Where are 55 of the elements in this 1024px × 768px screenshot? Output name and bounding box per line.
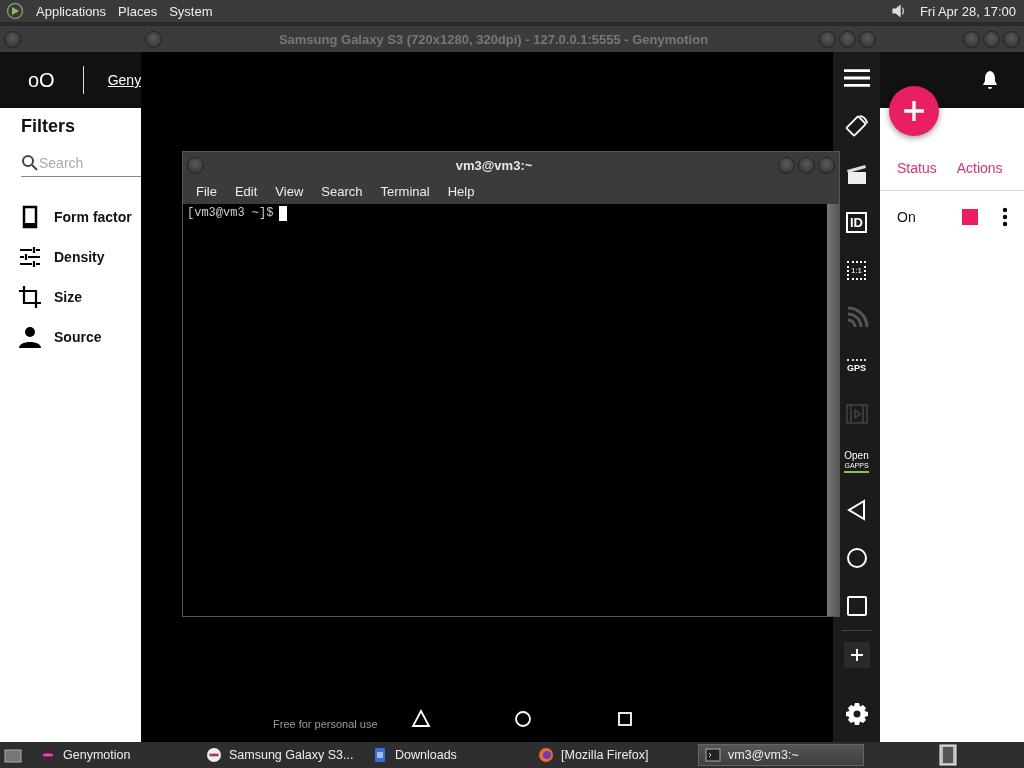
search-field[interactable]: Search [39, 149, 141, 177]
crop-icon [18, 285, 42, 309]
id-button[interactable]: ID [846, 211, 867, 233]
panel-menu[interactable]: Applications [36, 3, 107, 19]
triangle-icon[interactable] [411, 709, 431, 729]
window-title: Samsung Galaxy S3 (720x1280, 320dpi) - 127.0.0.1:5555 - Genymotion [277, 31, 710, 47]
taskbar-item[interactable]: Genymotion [34, 744, 200, 766]
desktop-icon[interactable] [4, 746, 22, 764]
filter-item[interactable]: Density [54, 249, 105, 265]
panel-menu[interactable]: Places [118, 3, 158, 19]
scrollbar[interactable] [827, 204, 839, 616]
more-icon[interactable] [1002, 207, 1008, 227]
window-title: vm3@vm3:~ [454, 157, 534, 173]
terminal-icon [705, 747, 721, 763]
workspace-icon[interactable] [938, 744, 958, 766]
filter-item[interactable]: Size [54, 289, 82, 305]
logo: oO [28, 68, 55, 92]
notice-text: Free for personal use [273, 718, 378, 730]
clock[interactable]: Fri Apr 28, 17:00 [919, 3, 1018, 19]
menu-item[interactable]: Help [438, 183, 484, 199]
circle-icon[interactable] [513, 709, 533, 729]
plus-icon [849, 648, 864, 662]
square-icon[interactable] [615, 709, 635, 729]
rotate-icon[interactable] [843, 114, 870, 138]
menu-item[interactable]: Search [312, 183, 372, 199]
column-header[interactable]: Status [897, 160, 937, 176]
taskbar-item[interactable]: Samsung Galaxy S3... [200, 744, 366, 766]
settings-icon[interactable] [843, 702, 870, 726]
taskbar-item[interactable]: Downloads [366, 744, 532, 766]
filter-item[interactable]: Source [54, 329, 102, 345]
add-button[interactable] [843, 642, 870, 668]
filter-item[interactable]: Form factor [54, 209, 132, 225]
menu-item[interactable]: File [187, 183, 226, 199]
app-title: Geny [107, 72, 142, 88]
menu-item[interactable]: Edit [225, 183, 267, 199]
status-cell-text: On [897, 209, 917, 225]
sliders-icon [18, 245, 42, 269]
prompt-text: [vm3@vm3 ~]$ [187, 206, 274, 220]
plus-icon [903, 100, 925, 122]
play-icon[interactable] [6, 2, 24, 20]
panel-menu[interactable]: System [169, 3, 213, 19]
person-icon [18, 325, 42, 349]
menu-icon[interactable] [843, 66, 870, 90]
column-header[interactable]: Actions [956, 160, 1003, 176]
taskbar-item[interactable]: vm3@vm3:~ [698, 744, 864, 766]
bell-icon[interactable] [980, 69, 1000, 91]
taskbar-item[interactable]: [Mozilla Firefox] [532, 744, 698, 766]
document-icon [372, 747, 388, 763]
gps-button[interactable]: GPS [847, 359, 866, 373]
add-button[interactable] [889, 86, 939, 136]
text-cursor [279, 206, 288, 221]
pixel-perfect-button[interactable]: 1:1 [846, 260, 867, 280]
menu-item[interactable]: View [266, 183, 313, 199]
filters-title: Filters [21, 116, 77, 137]
menu-item[interactable]: Terminal [371, 183, 439, 199]
